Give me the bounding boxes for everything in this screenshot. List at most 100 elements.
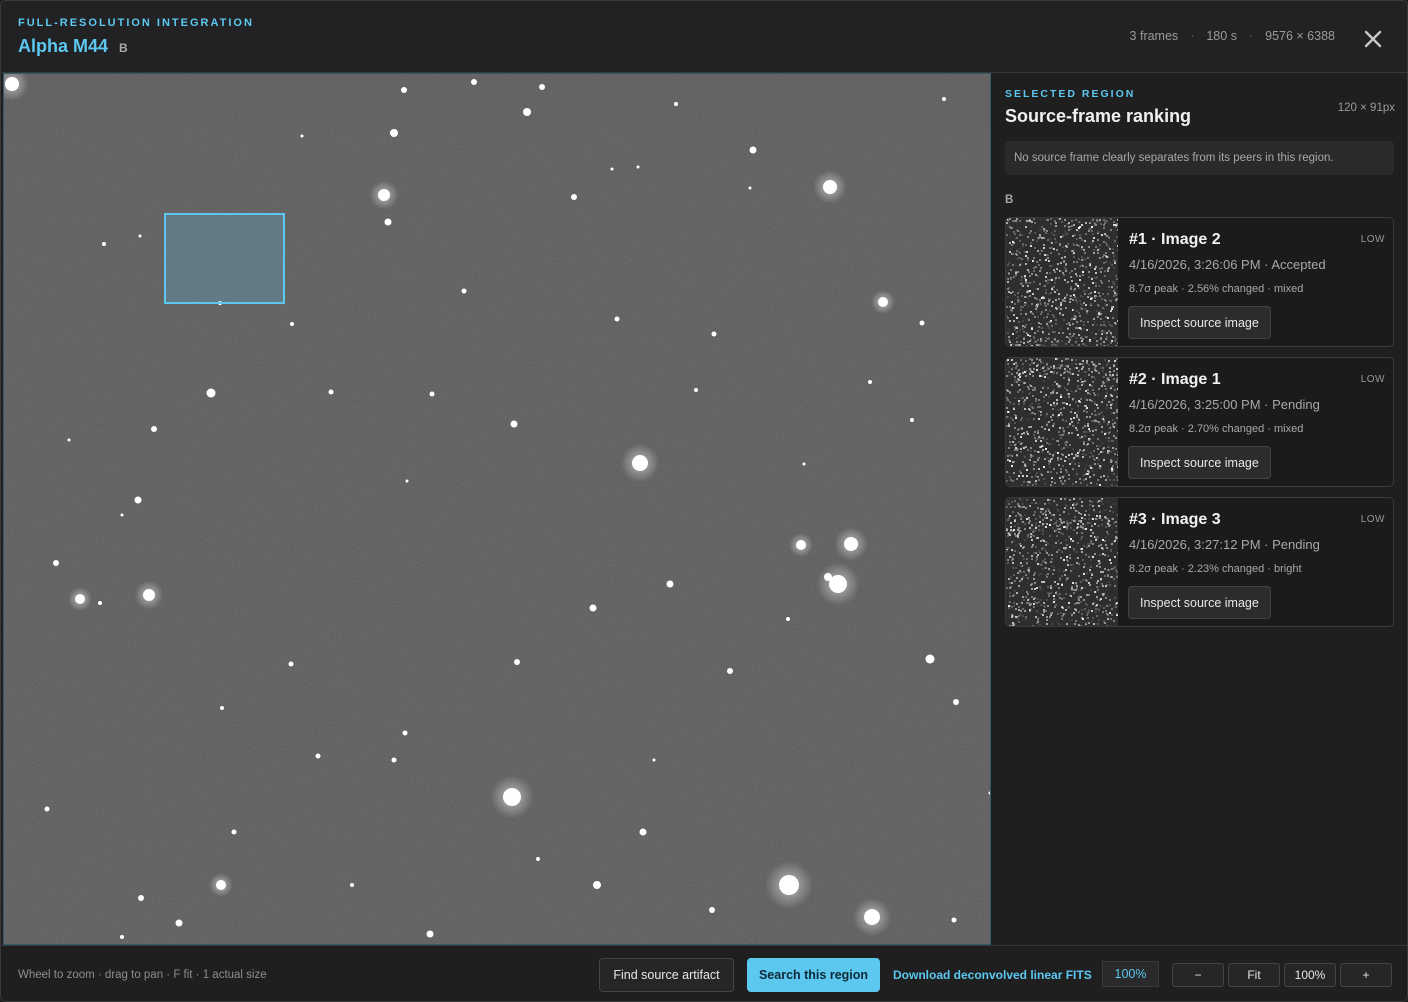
star [402, 730, 408, 736]
star [632, 455, 648, 471]
integration-meta: 3 frames · 180 s · 9576 × 6388 [1130, 29, 1335, 43]
fit-button[interactable]: Fit [1228, 963, 1280, 987]
star [315, 753, 321, 759]
star [593, 881, 601, 889]
star [138, 895, 144, 901]
card-stats: 8.7σ peak · 2.56% changed · mixed [1129, 283, 1304, 295]
star [138, 234, 142, 238]
card-timestamp-status: 4/16/2026, 3:26:06 PM · Accepted [1129, 257, 1326, 272]
zoom-in-button[interactable]: + [1340, 963, 1392, 987]
star [844, 537, 858, 551]
source-thumbnail [1006, 218, 1118, 346]
star [953, 699, 959, 705]
star [925, 654, 935, 664]
card-timestamp-status: 4/16/2026, 3:25:00 PM · Pending [1129, 397, 1320, 412]
star [429, 391, 435, 397]
star [571, 194, 577, 200]
star [401, 87, 407, 93]
zoom-level: 100% [1102, 961, 1159, 987]
filter-group-label: B [1005, 194, 1014, 206]
star [636, 165, 640, 169]
star [878, 297, 888, 307]
star [220, 706, 224, 710]
actual-size-button[interactable]: 100% [1284, 963, 1336, 987]
region-sidebar: SELECTED REGION Source-frame ranking 120… [992, 73, 1407, 945]
card-timestamp-status: 4/16/2026, 3:27:12 PM · Pending [1129, 537, 1320, 552]
star [503, 788, 521, 806]
star [120, 935, 124, 939]
sidebar-title: Source-frame ranking [1005, 106, 1192, 126]
star [328, 389, 334, 395]
star [350, 883, 354, 887]
star [824, 573, 832, 581]
star-field-image [4, 74, 990, 944]
star [390, 129, 398, 137]
zoom-out-button[interactable]: − [1172, 963, 1224, 987]
star [206, 388, 216, 398]
selected-region-box[interactable] [164, 213, 285, 304]
card-title: #2 · Image 1 [1129, 371, 1221, 388]
star [539, 84, 545, 90]
star [120, 513, 124, 517]
star [727, 668, 733, 674]
star [471, 79, 477, 85]
inspect-source-button[interactable]: Inspect source image [1128, 446, 1271, 479]
star [910, 418, 914, 422]
ranking-card: #3 · Image 3 LOW 4/16/2026, 3:27:12 PM ·… [1005, 497, 1394, 627]
filter-badge: B [119, 41, 128, 55]
star [868, 380, 872, 384]
star [44, 806, 50, 812]
star [610, 167, 614, 171]
star [589, 604, 597, 612]
star [748, 186, 752, 190]
meta-separator: · [1248, 29, 1254, 43]
download-fits-link[interactable]: Download deconvolved linear FITS [893, 968, 1092, 982]
star [510, 420, 518, 428]
integration-modal: FULL-RESOLUTION INTEGRATION Alpha M44 B … [0, 0, 1408, 1002]
star [143, 589, 155, 601]
star [391, 757, 397, 763]
star [864, 909, 880, 925]
search-region-button[interactable]: Search this region [747, 958, 880, 992]
frames-count: 3 frames [1129, 29, 1179, 43]
source-thumbnail [1006, 358, 1118, 486]
star [53, 560, 59, 566]
star [951, 917, 957, 923]
image-viewer[interactable] [3, 73, 991, 945]
star [300, 134, 304, 138]
meta-separator: · [1190, 29, 1195, 43]
card-stats: 8.2σ peak · 2.23% changed · bright [1129, 563, 1302, 575]
star [151, 426, 157, 432]
source-thumbnail [1006, 498, 1118, 626]
star [5, 77, 19, 91]
close-button[interactable] [1359, 25, 1387, 53]
star [75, 594, 85, 604]
confidence-badge: LOW [1360, 514, 1385, 525]
star [405, 479, 409, 483]
page-title: Alpha M44 [18, 36, 109, 56]
image-dimensions: 9576 × 6388 [1265, 29, 1335, 43]
star [614, 316, 620, 322]
star [426, 930, 434, 938]
star [942, 97, 946, 101]
star [67, 438, 71, 442]
inspect-source-button[interactable]: Inspect source image [1128, 306, 1271, 339]
star [378, 189, 390, 201]
star [709, 907, 715, 913]
inspect-source-button[interactable]: Inspect source image [1128, 586, 1271, 619]
ranking-notice: No source frame clearly separates from i… [1005, 141, 1394, 175]
star [919, 320, 925, 326]
ranking-card: #2 · Image 1 LOW 4/16/2026, 3:25:00 PM ·… [1005, 357, 1394, 487]
star [134, 496, 142, 504]
header-eyebrow: FULL-RESOLUTION INTEGRATION [18, 17, 254, 29]
star [231, 829, 237, 835]
star [461, 288, 467, 294]
viewer-footer: Wheel to zoom · drag to pan · F fit · 1 … [1, 945, 1407, 1001]
region-size: 120 × 91px [1337, 102, 1395, 114]
star [523, 108, 531, 116]
find-source-artifact-button[interactable]: Find source artifact [599, 958, 734, 992]
star [216, 880, 226, 890]
exposure-time: 180 s [1206, 29, 1237, 43]
ranking-card: #1 · Image 2 LOW 4/16/2026, 3:26:06 PM ·… [1005, 217, 1394, 347]
star [666, 580, 674, 588]
